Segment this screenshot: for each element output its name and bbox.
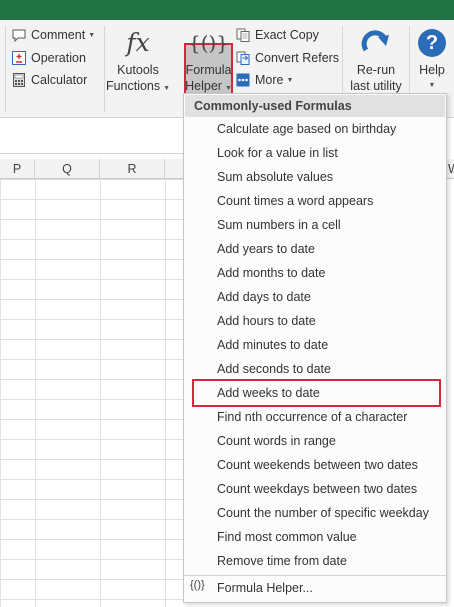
- menu-item-add-years[interactable]: Add years to date: [217, 237, 315, 261]
- comment-button[interactable]: Comment ▼: [12, 25, 95, 45]
- rerun-icon: [359, 24, 393, 62]
- title-bar: [0, 0, 454, 20]
- column-gridline: [35, 179, 36, 607]
- menu-item-count-weekdays[interactable]: Count weekdays between two dates: [217, 477, 417, 501]
- kutools-functions-label-1: Kutools: [117, 63, 159, 77]
- more-label: More: [255, 73, 284, 87]
- chevron-down-icon: ▼: [88, 31, 96, 39]
- menu-item-count-specific-weekday[interactable]: Count the number of specific weekday: [217, 501, 429, 525]
- comment-icon: [12, 28, 26, 43]
- help-button[interactable]: ? Help ▼: [412, 24, 452, 94]
- convert-refers-icon: [236, 51, 250, 65]
- formula-bar[interactable]: [0, 118, 190, 154]
- menu-item-sum-absolute[interactable]: Sum absolute values: [217, 165, 333, 189]
- menu-item-sum-numbers-cell[interactable]: Sum numbers in a cell: [217, 213, 341, 237]
- menu-item-add-hours[interactable]: Add hours to date: [217, 309, 316, 333]
- menu-item-look-for-value[interactable]: Look for a value in list: [217, 141, 338, 165]
- convert-refers-button[interactable]: Convert Refers: [236, 48, 339, 68]
- rerun-last-utility-button[interactable]: Re-run last utility: [345, 24, 407, 94]
- kutools-functions-label-2: Functions ▼: [105, 79, 171, 93]
- column-gridline: [100, 179, 101, 607]
- exact-copy-button[interactable]: Exact Copy: [236, 25, 319, 45]
- operation-button[interactable]: Operation: [12, 48, 86, 68]
- column-header-q[interactable]: Q: [35, 159, 100, 179]
- operation-label: Operation: [31, 51, 86, 65]
- menu-item-add-seconds[interactable]: Add seconds to date: [217, 357, 331, 381]
- chevron-down-icon: ▼: [286, 76, 294, 84]
- menu-item-find-most-common[interactable]: Find most common value: [217, 525, 357, 549]
- menu-item-find-nth-occurrence[interactable]: Find nth occurrence of a character: [217, 405, 407, 429]
- formula-helper-icon: {()}: [187, 31, 230, 55]
- rerun-label-2: last utility: [350, 79, 402, 93]
- column-header-w[interactable]: W: [447, 159, 454, 179]
- worksheet-grid[interactable]: [0, 179, 190, 607]
- ribbon-separator: [104, 26, 105, 112]
- convert-refers-label: Convert Refers: [255, 51, 340, 65]
- kutools-functions-button[interactable]: fx Kutools Functions ▼: [105, 24, 171, 97]
- column-header-r[interactable]: R: [100, 159, 165, 179]
- ribbon-separator: [5, 26, 6, 112]
- menu-item-count-words[interactable]: Count words in range: [217, 429, 336, 453]
- formula-helper-small-icon: {()}: [190, 579, 205, 591]
- calculator-button[interactable]: Calculator: [12, 70, 87, 90]
- menu-item-add-weeks[interactable]: Add weeks to date: [217, 381, 320, 405]
- menu-section-header: Commonly-used Formulas: [185, 95, 445, 117]
- formula-helper-content[interactable]: {()} Formula Helper ▼: [184, 24, 233, 97]
- column-header-p[interactable]: P: [0, 159, 35, 179]
- comment-label: Comment: [31, 28, 86, 42]
- operation-icon: [12, 51, 26, 65]
- formula-helper-label-1: Formula: [185, 63, 232, 77]
- menu-item-add-minutes[interactable]: Add minutes to date: [217, 333, 328, 357]
- rerun-label-1: Re-run: [356, 63, 396, 77]
- exact-copy-label: Exact Copy: [255, 28, 319, 42]
- copy-icon: [236, 28, 250, 42]
- calculator-label: Calculator: [31, 73, 88, 87]
- column-gridline: [165, 179, 166, 607]
- menu-item-count-weekends[interactable]: Count weekends between two dates: [217, 453, 418, 477]
- calculator-icon: [12, 73, 26, 87]
- menu-item-count-word[interactable]: Count times a word appears: [217, 189, 373, 213]
- help-icon: ?: [418, 24, 446, 62]
- menu-item-remove-time[interactable]: Remove time from date: [217, 549, 347, 573]
- menu-item-add-days[interactable]: Add days to date: [217, 285, 311, 309]
- menu-item-add-months[interactable]: Add months to date: [217, 261, 325, 285]
- function-icon: fx: [126, 28, 150, 57]
- menu-item-calculate-age[interactable]: Calculate age based on birthday: [217, 117, 396, 141]
- more-icon: [236, 73, 250, 87]
- chevron-down-icon: ▼: [428, 82, 436, 89]
- formula-helper-menu: Commonly-used Formulas Calculate age bas…: [183, 93, 447, 603]
- menu-item-formula-helper[interactable]: Formula Helper...: [217, 576, 313, 600]
- help-label: Help: [419, 63, 445, 77]
- more-button[interactable]: More ▼: [236, 70, 293, 90]
